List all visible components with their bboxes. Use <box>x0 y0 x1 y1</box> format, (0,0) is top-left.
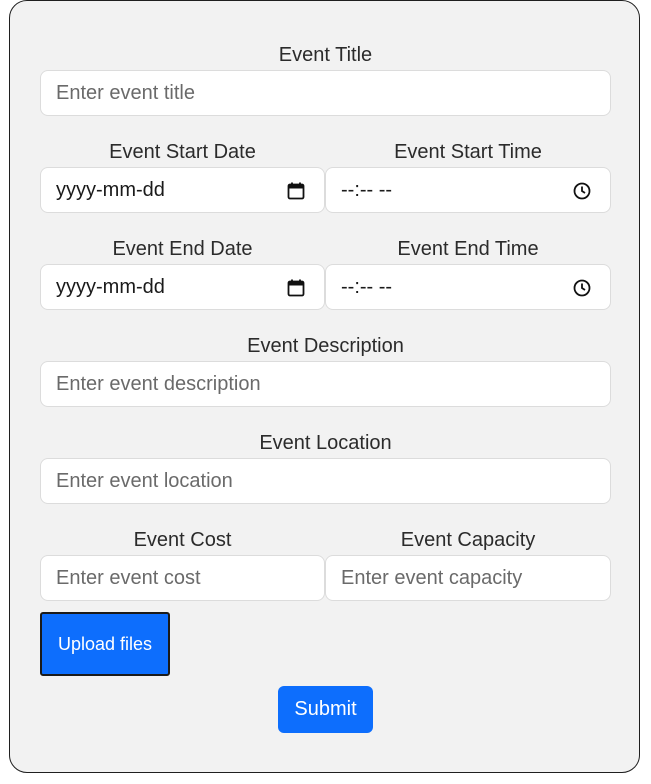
event-title-label: Event Title <box>278 44 373 66</box>
event-end-date-label: Event End Date <box>112 238 253 260</box>
event-end-date-input[interactable]: yyyy-mm-dd <box>40 264 325 310</box>
event-capacity-input[interactable]: Enter event capacity <box>325 555 611 601</box>
clock-icon[interactable] <box>572 181 592 201</box>
event-end-time-value: --:-- -- <box>341 276 393 298</box>
submit-button[interactable]: Submit <box>278 686 373 733</box>
event-end-time-label: Event End Time <box>397 238 539 260</box>
event-description-label: Event Description <box>247 335 404 357</box>
event-start-date-input[interactable]: yyyy-mm-dd <box>40 167 325 213</box>
event-start-time-label: Event Start Time <box>394 141 542 163</box>
calendar-icon[interactable] <box>286 278 306 298</box>
event-description-input[interactable]: Enter event description <box>40 361 611 407</box>
event-start-time-input[interactable]: --:-- -- <box>325 167 611 213</box>
event-end-time-input[interactable]: --:-- -- <box>325 264 611 310</box>
event-start-time-value: --:-- -- <box>341 179 393 201</box>
event-start-date-value: yyyy-mm-dd <box>56 179 165 201</box>
upload-files-button[interactable]: Upload files <box>40 612 170 676</box>
calendar-icon[interactable] <box>286 181 306 201</box>
event-end-date-value: yyyy-mm-dd <box>56 276 165 298</box>
event-cost-input[interactable]: Enter event cost <box>40 555 325 601</box>
clock-icon[interactable] <box>572 278 592 298</box>
event-title-input[interactable]: Enter event title <box>40 70 611 116</box>
event-location-input[interactable]: Enter event location <box>40 458 611 504</box>
event-start-date-label: Event Start Date <box>109 141 256 163</box>
event-location-label: Event Location <box>259 432 392 454</box>
event-capacity-label: Event Capacity <box>400 529 536 551</box>
event-cost-label: Event Cost <box>133 529 232 551</box>
